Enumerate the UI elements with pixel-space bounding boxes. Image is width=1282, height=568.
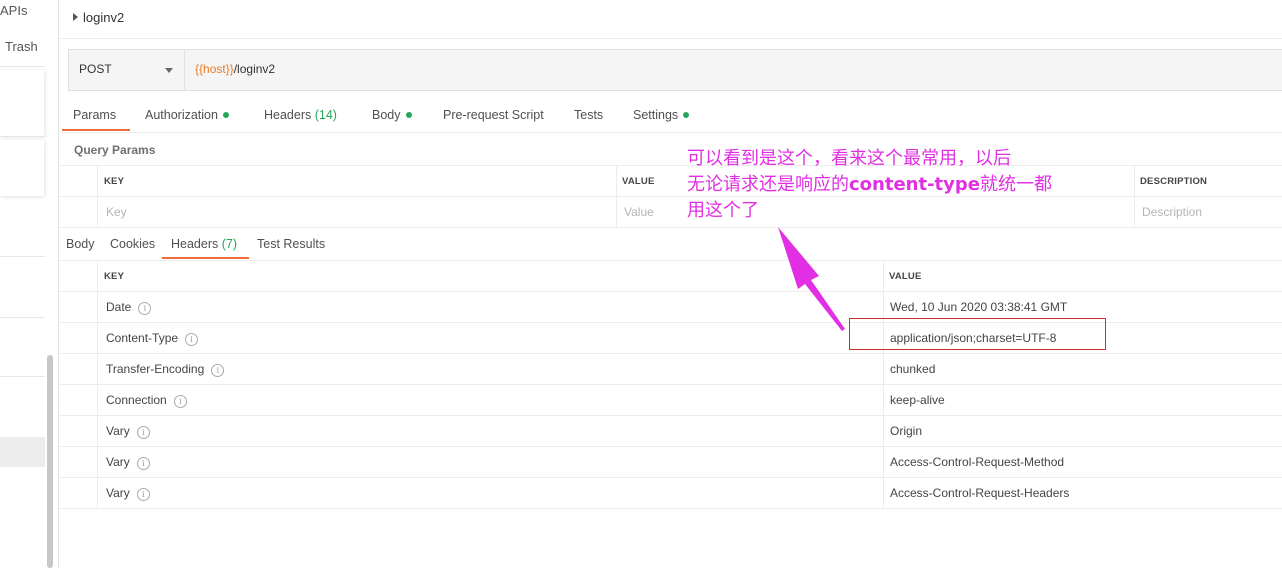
param-key-input[interactable]: Key xyxy=(106,205,127,219)
header-value: Origin xyxy=(890,424,923,438)
divider xyxy=(59,508,1282,509)
active-tab-indicator xyxy=(162,257,249,259)
main-panel: loginv2 POST {{host}}/loginv2 Params Aut… xyxy=(59,0,1282,568)
header-value: Access-Control-Request-Method xyxy=(890,455,1065,469)
info-icon[interactable]: i xyxy=(173,395,187,408)
annotation-line: 可以看到是这个，看来这个最常用，以后 xyxy=(687,148,1011,169)
annotation-line: 无论请求还是响应的content-type就统一都 xyxy=(687,174,1052,195)
divider xyxy=(97,165,98,227)
sidebar-divider xyxy=(0,136,45,137)
highlight-box xyxy=(849,318,1106,350)
param-value-input[interactable]: Value xyxy=(624,205,654,219)
status-dot xyxy=(222,112,229,118)
divider xyxy=(59,477,1282,478)
tab-response-body[interactable]: Body xyxy=(66,237,95,251)
tab-response-cookies[interactable]: Cookies xyxy=(110,237,155,251)
header-key: Transfer-Encoding xyxy=(106,362,205,376)
status-dot xyxy=(683,112,690,118)
url-variable: {{host}} xyxy=(195,62,234,76)
status-dot xyxy=(405,112,412,118)
sidebar-selected-item[interactable] xyxy=(0,437,45,467)
annotation-note: 可以看到是这个，看来这个最常用，以后 无论请求还是响应的content-type… xyxy=(687,146,1107,224)
method-label: POST xyxy=(79,62,112,76)
chevron-down-icon xyxy=(165,68,173,73)
header-value: chunked xyxy=(890,362,936,376)
header-value: Wed, 10 Jun 2020 03:38:41 GMT xyxy=(890,300,1068,314)
divider xyxy=(59,384,1282,385)
column-header-value: VALUE xyxy=(889,271,922,282)
sidebar: APIs Trash xyxy=(0,0,59,568)
table-row: Content-Type i xyxy=(106,331,199,346)
divider xyxy=(1134,165,1135,227)
sidebar-divider xyxy=(0,256,45,257)
header-key: Date xyxy=(106,300,132,314)
sidebar-scrollbar[interactable] xyxy=(47,355,53,568)
column-header-description: DESCRIPTION xyxy=(1140,176,1208,187)
sidebar-tab-apis[interactable]: APIs xyxy=(0,3,27,18)
header-key: Vary xyxy=(106,455,130,469)
header-key: Connection xyxy=(106,393,167,407)
table-row: Vary i xyxy=(106,455,150,470)
info-icon[interactable]: i xyxy=(138,302,152,315)
header-key: Content-Type xyxy=(106,331,179,345)
info-icon[interactable]: i xyxy=(185,333,199,346)
url-bar: POST {{host}}/loginv2 xyxy=(68,49,1282,91)
tab-authorization[interactable]: Authorization xyxy=(145,108,229,122)
table-row: Vary i xyxy=(106,486,150,501)
table-row: Connection i xyxy=(106,393,187,408)
sidebar-collection-card[interactable] xyxy=(0,140,44,196)
tab-body[interactable]: Body xyxy=(372,108,412,122)
sidebar-collection-card[interactable] xyxy=(0,70,44,136)
header-key: Vary xyxy=(106,486,130,500)
method-select[interactable]: POST xyxy=(69,50,185,90)
tab-tests[interactable]: Tests xyxy=(574,108,603,122)
request-tabs: Params Authorization Headers (14) Body P… xyxy=(59,99,1282,133)
caret-right-icon xyxy=(73,13,78,21)
divider xyxy=(59,291,1282,292)
divider xyxy=(59,38,1282,39)
table-row: Transfer-Encoding i xyxy=(106,362,225,377)
header-key: Vary xyxy=(106,424,130,438)
info-icon[interactable]: i xyxy=(136,457,150,470)
query-params-title: Query Params xyxy=(74,143,156,157)
tab-params[interactable]: Params xyxy=(73,108,116,122)
tab-settings[interactable]: Settings xyxy=(633,108,690,122)
column-header-key: KEY xyxy=(104,176,125,187)
param-description-input[interactable]: Description xyxy=(1142,205,1202,219)
sidebar-divider xyxy=(0,376,45,377)
divider xyxy=(59,353,1282,354)
response-tabs: Body Cookies Headers (7) Test Results xyxy=(59,230,1282,261)
sidebar-divider xyxy=(0,317,45,318)
table-row: Date i xyxy=(106,300,152,315)
table-row: Vary i xyxy=(106,424,150,439)
header-value: Access-Control-Request-Headers xyxy=(890,486,1070,500)
url-input[interactable]: {{host}}/loginv2 xyxy=(195,62,275,76)
active-tab-indicator xyxy=(62,129,130,131)
tab-response-headers[interactable]: Headers (7) xyxy=(171,237,237,251)
annotation-line: 用这个了 xyxy=(687,200,759,221)
header-value: keep-alive xyxy=(890,393,945,407)
info-icon[interactable]: i xyxy=(211,364,225,377)
info-icon[interactable]: i xyxy=(136,488,150,501)
divider xyxy=(59,415,1282,416)
info-icon[interactable]: i xyxy=(136,426,150,439)
tab-pre-request-script[interactable]: Pre-request Script xyxy=(443,108,544,122)
sidebar-divider xyxy=(0,66,45,67)
divider xyxy=(616,165,617,227)
divider xyxy=(59,227,1282,228)
divider xyxy=(59,446,1282,447)
url-path: /loginv2 xyxy=(233,62,276,76)
sidebar-tab-trash[interactable]: Trash xyxy=(5,39,38,54)
tab-test-results[interactable]: Test Results xyxy=(257,237,325,251)
column-header-value: VALUE xyxy=(622,176,655,187)
request-name: loginv2 xyxy=(83,10,125,25)
tab-headers[interactable]: Headers (14) xyxy=(264,108,337,122)
column-header-key: KEY xyxy=(104,271,125,282)
request-title[interactable]: loginv2 xyxy=(73,10,124,25)
